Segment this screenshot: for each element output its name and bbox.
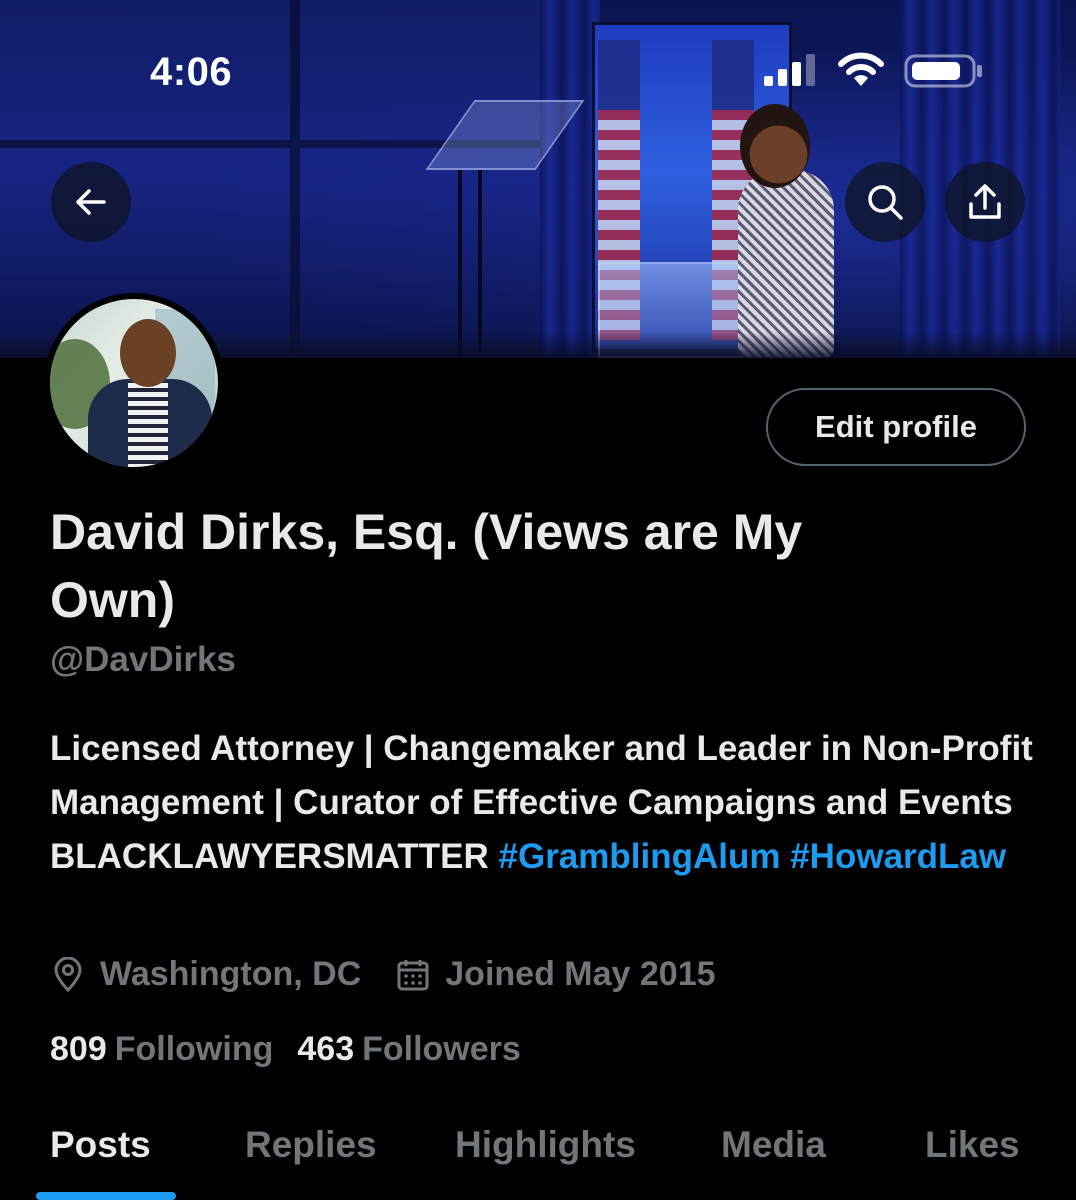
cellular-signal-icon bbox=[764, 54, 815, 86]
profile-avatar[interactable] bbox=[44, 293, 224, 473]
wifi-icon bbox=[838, 52, 884, 86]
back-button[interactable] bbox=[51, 162, 131, 242]
tab-likes[interactable]: Likes bbox=[925, 1124, 1020, 1166]
search-icon bbox=[868, 185, 903, 220]
tab-highlights[interactable]: Highlights bbox=[455, 1124, 636, 1166]
user-handle: @DavDirks bbox=[50, 640, 236, 679]
tab-replies[interactable]: Replies bbox=[245, 1124, 377, 1166]
search-button[interactable] bbox=[845, 162, 925, 242]
status-time: 4:06 bbox=[150, 50, 233, 94]
banner-speaker bbox=[738, 170, 834, 358]
followers-count: 463 bbox=[297, 1030, 355, 1068]
location-pin-icon bbox=[54, 956, 82, 992]
following-count: 809 bbox=[50, 1030, 107, 1068]
display-name: David Dirks, Esq. (Views are My Own) bbox=[50, 504, 803, 628]
share-icon bbox=[969, 184, 1001, 219]
profile-tabs: Posts Replies Highlights Media Likes bbox=[0, 1110, 1076, 1200]
battery-icon bbox=[904, 54, 982, 88]
calendar-icon bbox=[397, 959, 429, 990]
arrow-left-icon bbox=[76, 189, 106, 215]
profile-bio: Licensed Attorney | Changemaker and Lead… bbox=[50, 722, 1040, 884]
edit-profile-button[interactable]: Edit profile bbox=[766, 388, 1026, 466]
profile-meta: Washington, DC Joined May 2015 bbox=[50, 955, 750, 994]
location-item: Washington, DC bbox=[50, 955, 361, 994]
active-tab-indicator bbox=[36, 1192, 176, 1200]
tab-posts[interactable]: Posts bbox=[50, 1124, 151, 1166]
followers-label: Followers bbox=[362, 1030, 521, 1068]
banner-stand bbox=[458, 170, 462, 358]
hashtag-link[interactable]: #GramblingAlum bbox=[499, 837, 781, 876]
banner-stand bbox=[478, 170, 482, 358]
location-text: Washington, DC bbox=[100, 955, 362, 993]
joined-item: Joined May 2015 bbox=[395, 955, 716, 994]
following-link[interactable]: 809 Following bbox=[50, 1030, 273, 1069]
follow-stats: 809 Following 463 Followers bbox=[50, 1030, 545, 1069]
following-label: Following bbox=[114, 1030, 274, 1068]
followers-link[interactable]: 463 Followers bbox=[297, 1030, 520, 1069]
share-button[interactable] bbox=[945, 162, 1025, 242]
status-bar: 4:06 bbox=[0, 40, 1076, 110]
hashtag-link[interactable]: #HowardLaw bbox=[790, 837, 1006, 876]
joined-text: Joined May 2015 bbox=[445, 955, 716, 993]
profile-screen: 4:06 Edit profile David Dirks, Esq. (Vie… bbox=[0, 0, 1076, 1200]
banner-speaker-head bbox=[740, 104, 810, 188]
tab-media[interactable]: Media bbox=[721, 1124, 826, 1166]
avatar-photo bbox=[50, 299, 218, 467]
